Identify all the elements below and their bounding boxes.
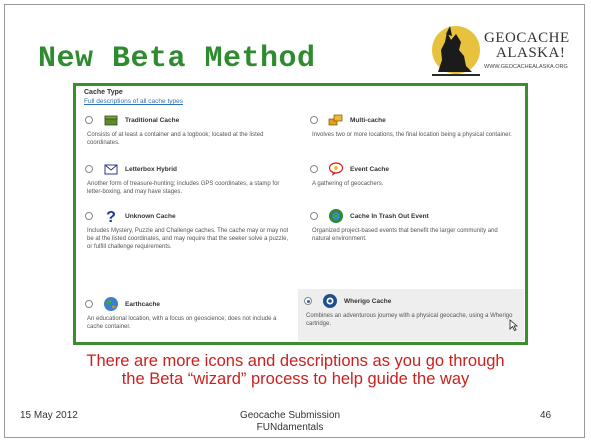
slide: New Beta Method GEOCACHE ALASKA! WWW.GEO… [0, 0, 591, 444]
radio-earthcache[interactable] [85, 300, 93, 308]
option-name: Unknown Cache [125, 212, 176, 220]
footer-title-line-1: Geocache Submission [239, 410, 341, 421]
option-traditional-cache[interactable]: Traditional Cache Consists of at least a… [79, 108, 297, 151]
radio-wherigo-cache[interactable] [304, 297, 312, 305]
logo-url: WWW.GEOCACHEALASKA.ORG [484, 64, 568, 70]
option-earthcache[interactable]: Earthcache An educational location, with… [79, 292, 297, 335]
radio-cito-event[interactable] [310, 212, 318, 220]
cache-type-panel: Cache Type Full descriptions of all cach… [73, 83, 528, 345]
radio-multi-cache[interactable] [310, 116, 318, 124]
event-cache-icon [328, 161, 344, 177]
traditional-cache-icon [103, 112, 119, 128]
cache-type-header: Cache Type Full descriptions of all cach… [84, 88, 183, 106]
footer-title: Geocache Submission FUNdamentals [215, 410, 365, 434]
howling-wolf-icon [432, 26, 480, 76]
footer-date: 15 May 2012 [20, 410, 78, 421]
svg-text:?: ? [106, 209, 116, 224]
option-description: Involves two or more locations, the fina… [312, 132, 512, 138]
option-unknown-cache[interactable]: ? Unknown Cache Includes Mystery, Puzzle… [79, 204, 297, 255]
radio-unknown-cache[interactable] [85, 212, 93, 220]
option-name: Wherigo Cache [344, 297, 392, 305]
radio-letterbox-hybrid[interactable] [85, 165, 93, 173]
mouse-pointer-icon [509, 318, 519, 336]
logo-text-alaska: ALASKA! [496, 45, 566, 61]
cache-type-heading: Cache Type [84, 89, 123, 96]
option-description: Includes Mystery, Puzzle and Challenge c… [87, 228, 289, 250]
earthcache-icon [103, 296, 119, 312]
footer-title-line-2: FUNdamentals [256, 422, 324, 433]
option-cito-event[interactable]: Cache In Trash Out Event Organized proje… [304, 204, 522, 247]
option-description: An educational location, with a focus on… [87, 316, 277, 330]
option-name: Cache In Trash Out Event [350, 212, 429, 220]
cito-icon [328, 208, 344, 224]
option-wherigo-cache[interactable]: Wherigo Cache Combines an adventurous jo… [298, 289, 524, 341]
cache-types-link[interactable]: Full descriptions of all cache types [84, 97, 183, 106]
option-letterbox-hybrid[interactable]: Letterbox Hybrid Another form of treasur… [79, 157, 297, 200]
option-description: Another form of treasure-hunting; includ… [87, 181, 280, 195]
option-multi-cache[interactable]: Multi-cache Involves two or more locatio… [304, 108, 522, 143]
question-mark-icon: ? [103, 208, 119, 224]
geocache-alaska-logo: GEOCACHE ALASKA! WWW.GEOCACHEALASKA.ORG [428, 20, 569, 78]
option-name: Letterbox Hybrid [125, 165, 178, 173]
slide-caption: There are more icons and descriptions as… [20, 352, 571, 388]
option-name: Traditional Cache [125, 116, 180, 124]
multi-cache-icon [328, 112, 344, 128]
page-number: 46 [540, 410, 552, 421]
option-description: Combines an adventurous journey with a p… [306, 313, 513, 327]
option-description: Consists of at least a container and a l… [87, 132, 264, 146]
letterbox-icon [103, 161, 119, 177]
option-name: Earthcache [125, 300, 161, 308]
caption-line-2: the Beta “wizard” process to help guide … [121, 370, 470, 388]
option-description: Organized project-based events that bene… [312, 228, 498, 242]
slide-title: New Beta Method [38, 42, 316, 76]
option-event-cache[interactable]: Event Cache A gathering of geocachers. [304, 157, 522, 192]
option-name: Multi-cache [350, 116, 386, 124]
option-description: A gathering of geocachers. [312, 181, 384, 187]
caption-line-1: There are more icons and descriptions as… [86, 352, 505, 370]
radio-traditional-cache[interactable] [85, 116, 93, 124]
wherigo-icon [322, 293, 338, 309]
option-name: Event Cache [350, 165, 390, 173]
radio-event-cache[interactable] [310, 165, 318, 173]
